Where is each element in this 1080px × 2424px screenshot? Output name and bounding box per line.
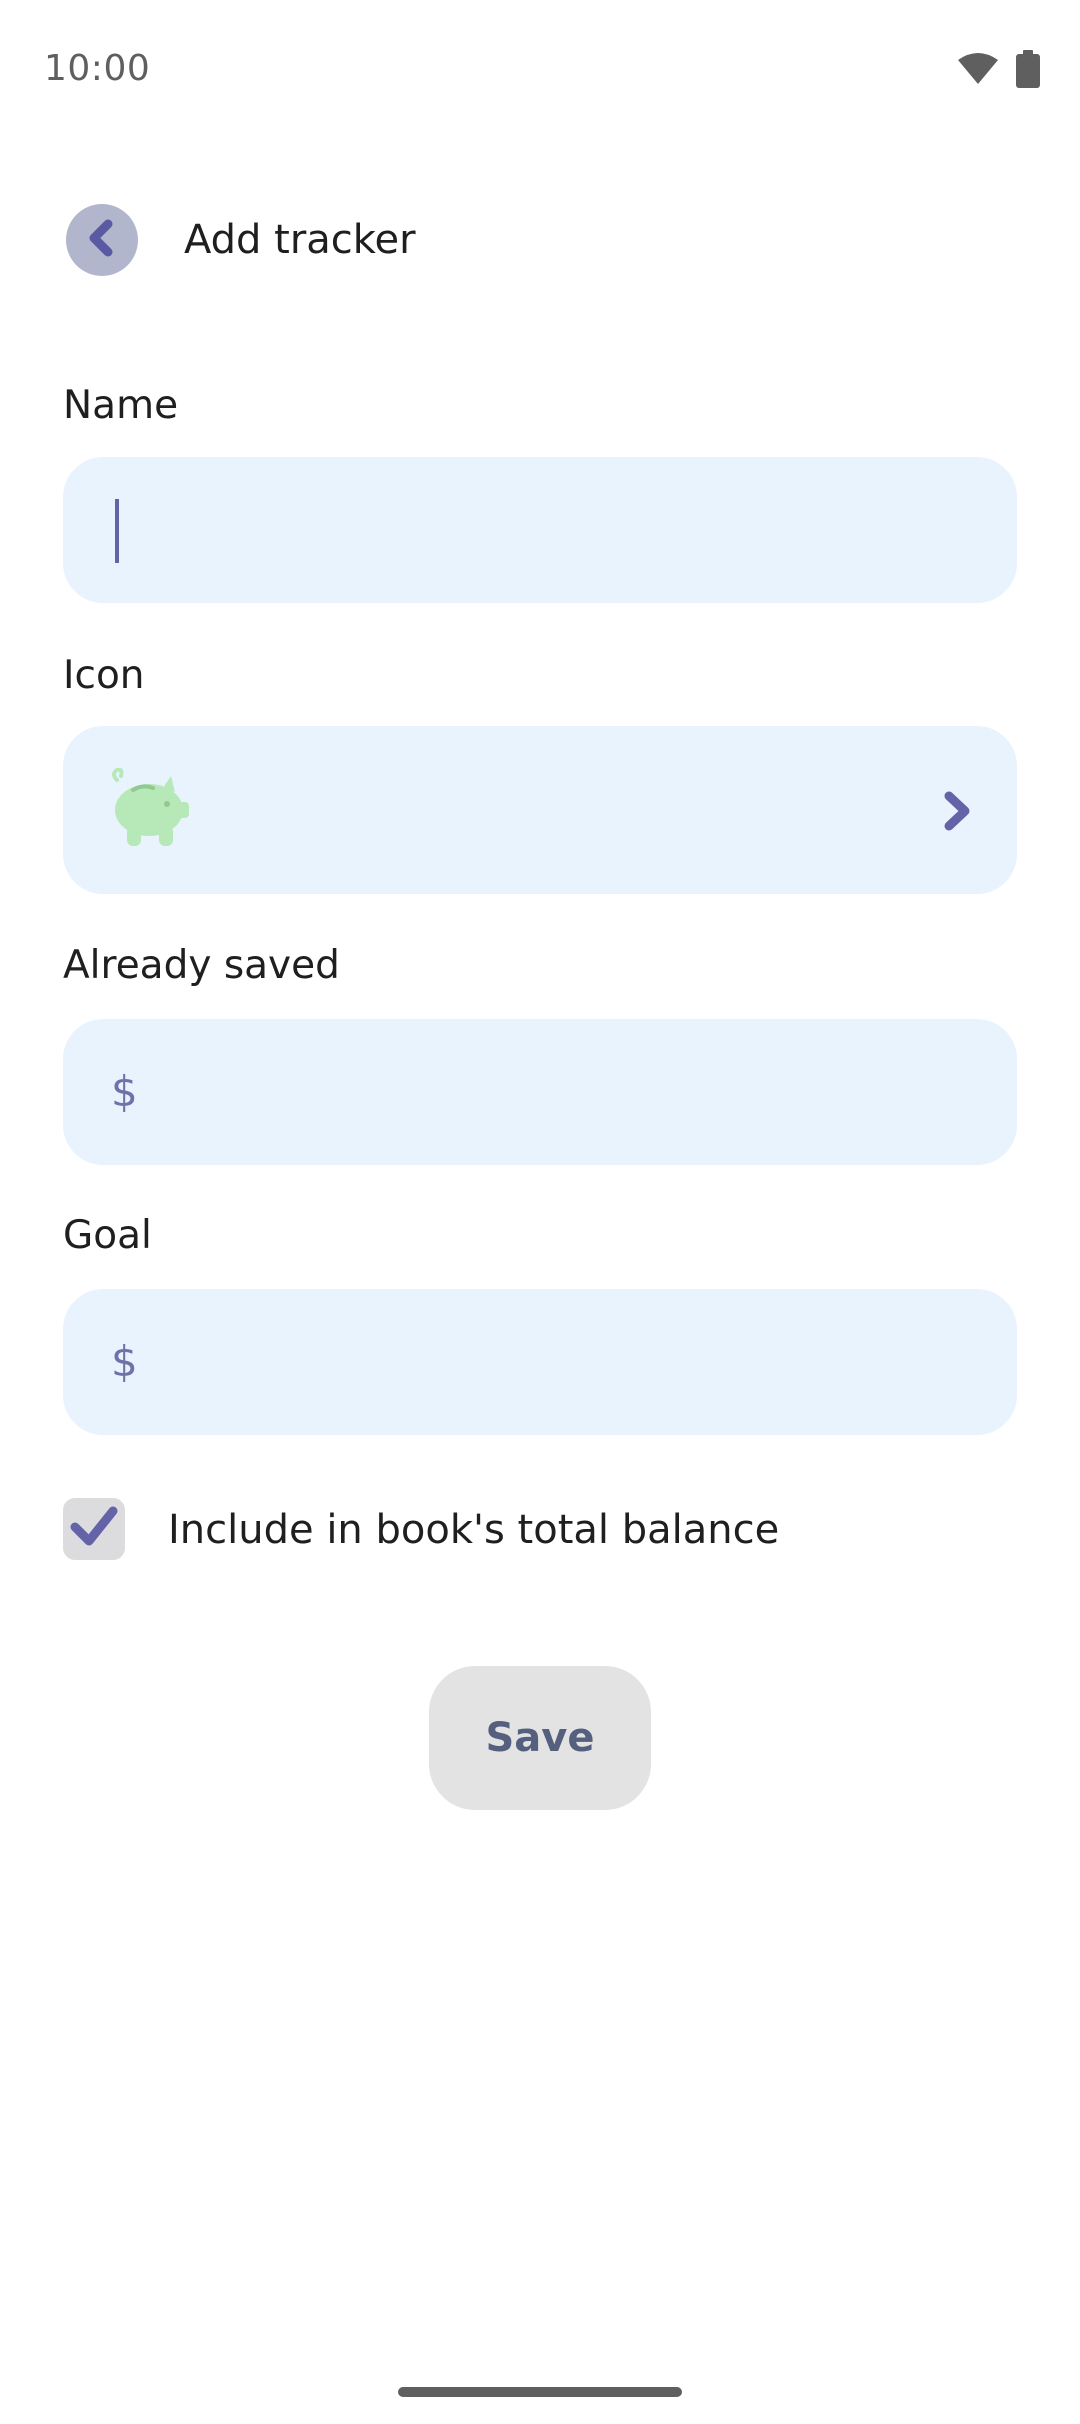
include-total-label[interactable]: Include in book's total balance — [168, 1500, 779, 1560]
goal-label: Goal — [63, 1213, 152, 1258]
back-button[interactable] — [66, 204, 138, 276]
status-bar-time: 10:00 — [44, 48, 151, 89]
icon-label: Icon — [63, 653, 145, 698]
chevron-left-icon — [84, 218, 120, 262]
battery-icon — [1016, 50, 1040, 92]
chevron-right-icon — [939, 790, 973, 836]
wifi-icon — [958, 52, 998, 90]
already-saved-input[interactable]: $ — [63, 1019, 1017, 1165]
currency-symbol: $ — [111, 1337, 138, 1386]
save-button[interactable]: Save — [429, 1666, 651, 1810]
goal-input[interactable]: $ — [63, 1289, 1017, 1435]
piggy-bank-icon — [107, 767, 191, 852]
icon-selector[interactable] — [63, 726, 1017, 894]
name-label: Name — [63, 383, 179, 428]
home-indicator[interactable] — [398, 2387, 682, 2397]
page-title: Add tracker — [184, 217, 416, 263]
currency-symbol: $ — [111, 1067, 138, 1116]
checkmark-icon — [69, 1505, 119, 1553]
text-cursor — [115, 499, 119, 563]
name-input[interactable] — [63, 457, 1017, 603]
already-saved-label: Already saved — [63, 943, 340, 988]
include-total-checkbox[interactable] — [63, 1498, 125, 1560]
status-bar-icons — [958, 50, 1040, 92]
